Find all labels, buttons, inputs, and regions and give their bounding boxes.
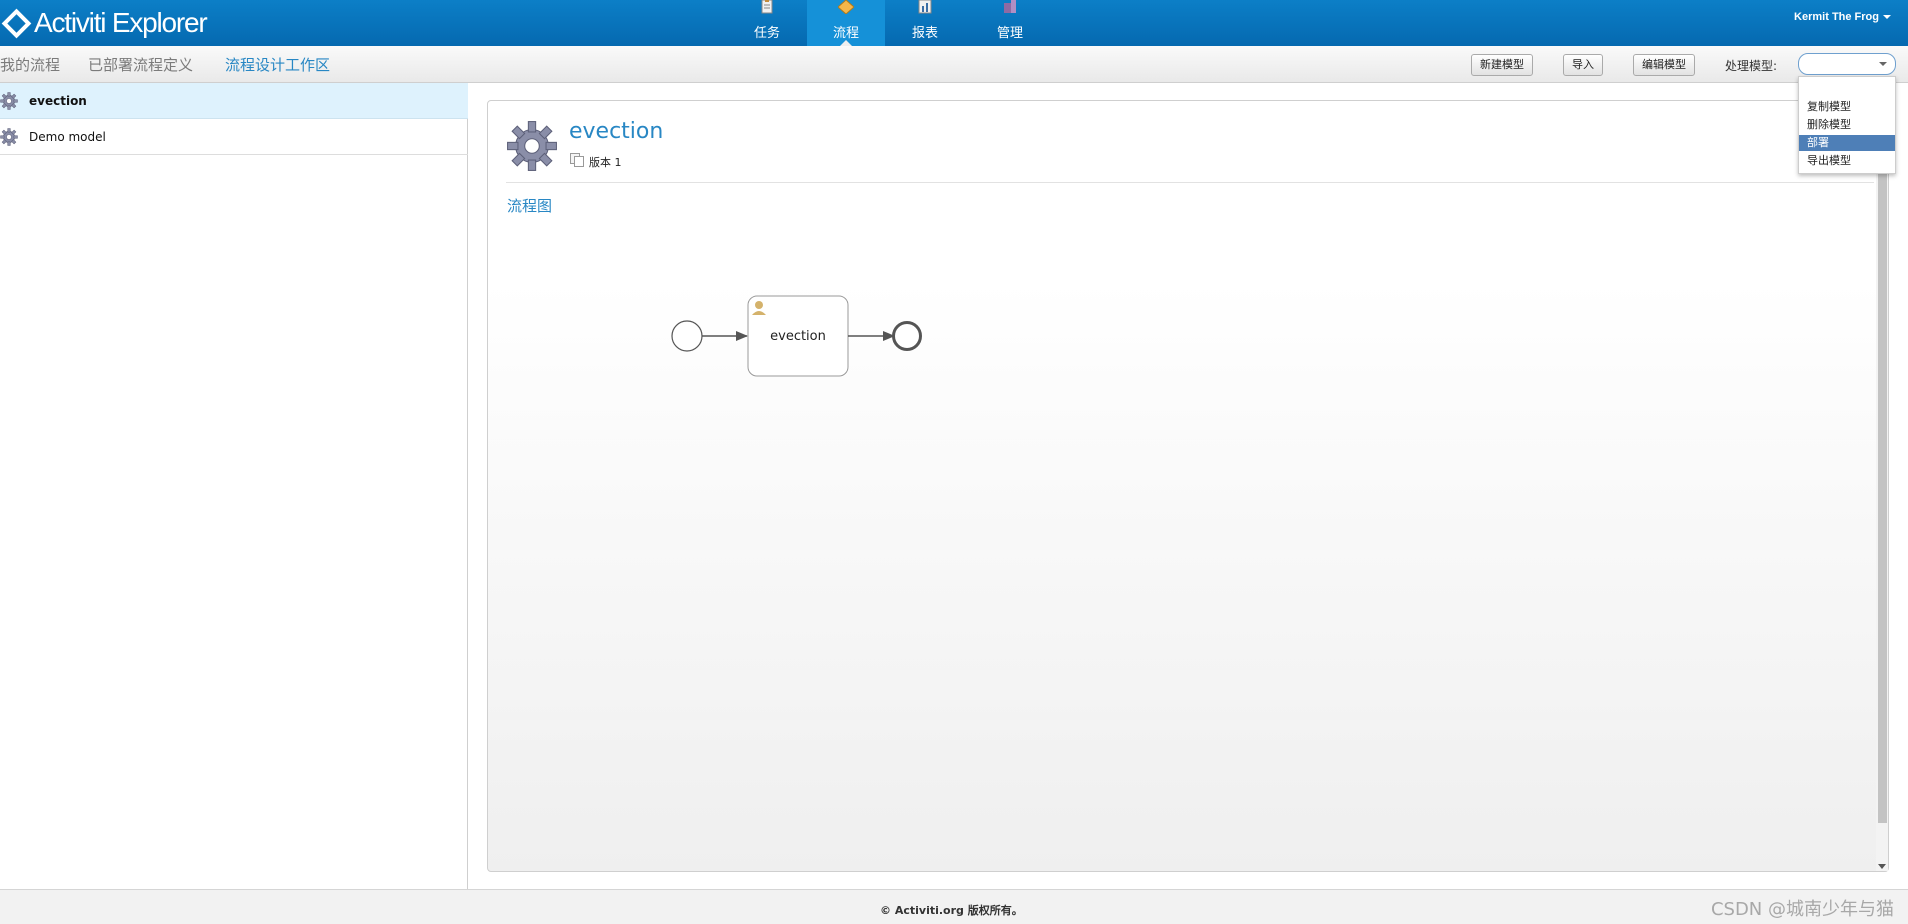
- nav-admin[interactable]: 管理: [971, 0, 1049, 46]
- model-detail-panel: evection 版本 1 流程图 evection: [487, 100, 1889, 872]
- caret-down-icon: [1883, 15, 1891, 20]
- list-item-label: evection: [29, 94, 87, 108]
- gear-icon: [0, 92, 18, 110]
- logo-diamond-icon: [1, 8, 32, 38]
- start-event[interactable]: [671, 320, 703, 352]
- process-model-dropdown: 复制模型 删除模型 部署 导出模型: [1798, 76, 1896, 174]
- scroll-down-arrow-icon[interactable]: [1878, 864, 1886, 869]
- report-chart-icon: [918, 0, 932, 14]
- tab-deployed-definitions[interactable]: 已部署流程定义: [88, 54, 193, 75]
- list-item[interactable]: evection: [0, 83, 468, 119]
- user-name: Kermit The Frog: [1794, 11, 1879, 23]
- tab-my-processes[interactable]: 我的流程: [0, 54, 60, 75]
- app-title: Activiti Explorer: [34, 7, 208, 38]
- nav-processes-label: 流程: [832, 26, 859, 41]
- watermark-text: CSDN @城南少年与猫: [1710, 899, 1894, 920]
- nav-tasks-label: 任务: [753, 26, 780, 41]
- admin-building-icon: [1004, 0, 1016, 13]
- chevron-down-icon: [1879, 62, 1887, 66]
- copyright-text: © Activiti.org 版权所有。: [880, 904, 1023, 917]
- gear-icon: [0, 128, 18, 146]
- user-task-label: evection: [770, 329, 826, 344]
- nav-reports-label: 报表: [911, 26, 938, 41]
- sub-toolbar: 我的流程 已部署流程定义 流程设计工作区 新建模型 导入 编辑模型 处理模型:: [0, 46, 1908, 83]
- process-model-select[interactable]: [1798, 53, 1896, 75]
- nav-admin-label: 管理: [996, 26, 1023, 41]
- task-clipboard-icon: [761, 0, 773, 14]
- footer: © Activiti.org 版权所有。 CSDN @城南少年与猫: [0, 889, 1908, 924]
- new-model-button[interactable]: 新建模型: [1471, 54, 1533, 76]
- vertical-scrollbar[interactable]: [1876, 137, 1888, 871]
- tab-model-workspace[interactable]: 流程设计工作区: [225, 54, 330, 75]
- edit-model-button[interactable]: 编辑模型: [1633, 54, 1695, 76]
- app-logo[interactable]: Activiti Explorer: [1, 6, 208, 40]
- list-item-label: Demo model: [29, 130, 106, 144]
- scrollbar-thumb[interactable]: [1878, 143, 1887, 823]
- dropdown-option-deploy[interactable]: 部署: [1799, 135, 1895, 151]
- dropdown-option-delete-model[interactable]: 删除模型: [1799, 117, 1895, 133]
- dropdown-option-export-model[interactable]: 导出模型: [1799, 153, 1895, 169]
- nav-processes[interactable]: 流程: [807, 0, 885, 46]
- import-button[interactable]: 导入: [1563, 54, 1603, 76]
- top-header: Activiti Explorer 任务 流程 报表 管理 Kermit The…: [0, 0, 1908, 46]
- user-menu[interactable]: Kermit The Frog: [1794, 11, 1891, 23]
- dropdown-option-copy-model[interactable]: 复制模型: [1799, 99, 1895, 115]
- nav-tasks[interactable]: 任务: [728, 0, 806, 46]
- process-diamond-icon: [838, 0, 854, 14]
- model-list: evection Demo model: [0, 83, 468, 889]
- process-diagram: evection: [671, 295, 922, 377]
- end-event[interactable]: [892, 321, 922, 351]
- process-model-label: 处理模型:: [1725, 59, 1778, 73]
- nav-reports[interactable]: 报表: [886, 0, 964, 46]
- list-item[interactable]: Demo model: [0, 119, 468, 155]
